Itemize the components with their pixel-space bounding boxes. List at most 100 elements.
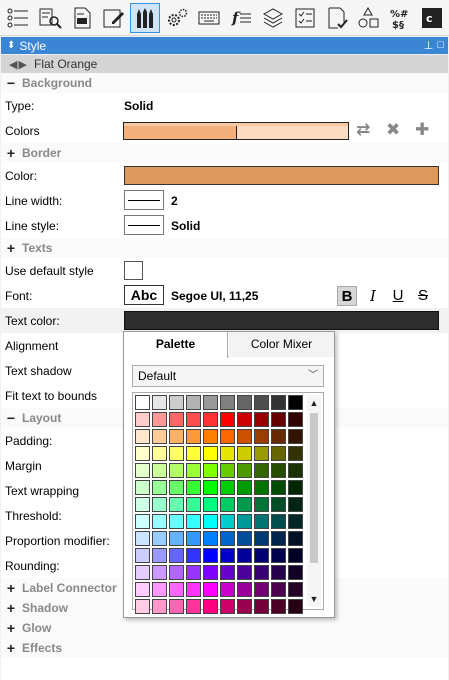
palette-swatch[interactable] [237, 531, 252, 546]
background-colors-bar[interactable] [123, 122, 349, 140]
palette-swatch[interactable] [254, 446, 269, 461]
palette-swatch[interactable] [237, 463, 252, 478]
palette-swatch[interactable] [152, 531, 167, 546]
palette-swatch[interactable] [186, 582, 201, 597]
palette-swatch[interactable] [220, 480, 235, 495]
palette-swatch[interactable] [271, 446, 286, 461]
properties-icon[interactable] [3, 3, 33, 33]
palette-swatch[interactable] [220, 514, 235, 529]
palette-swatch[interactable] [237, 514, 252, 529]
palette-swatch[interactable] [203, 429, 218, 444]
palette-swatch[interactable] [288, 548, 303, 563]
tab-palette[interactable]: Palette [124, 332, 228, 358]
panel-collapse-icon[interactable]: ⬍ [7, 40, 15, 51]
palette-swatch[interactable] [169, 446, 184, 461]
palette-swatch[interactable] [254, 599, 269, 614]
palette-swatch[interactable] [186, 429, 201, 444]
palette-swatch[interactable] [186, 514, 201, 529]
section-texts[interactable]: + Texts [1, 238, 448, 258]
palette-swatch[interactable] [220, 463, 235, 478]
palette-swatch[interactable] [203, 395, 218, 410]
palette-swatch[interactable] [203, 497, 218, 512]
palette-swatch[interactable] [186, 599, 201, 614]
palette-swatch[interactable] [288, 599, 303, 614]
palette-swatch[interactable] [152, 480, 167, 495]
palette-swatch[interactable] [135, 497, 150, 512]
palette-swatch[interactable] [237, 395, 252, 410]
bold-button[interactable]: B [337, 286, 357, 306]
palette-swatch[interactable] [186, 565, 201, 580]
palette-swatch[interactable] [135, 446, 150, 461]
keyboard-icon[interactable] [194, 3, 224, 33]
palette-swatch[interactable] [271, 463, 286, 478]
font-preview[interactable]: Abc [124, 285, 164, 305]
palette-swatch[interactable] [203, 463, 218, 478]
palette-swatch[interactable] [254, 429, 269, 444]
palette-swatch[interactable] [220, 412, 235, 427]
underline-button[interactable]: U [388, 286, 408, 306]
palette-swatch[interactable] [288, 395, 303, 410]
symbols-icon[interactable]: %# $§ [385, 3, 415, 33]
palette-swatch[interactable] [271, 565, 286, 580]
palette-swatch[interactable] [271, 497, 286, 512]
section-glow[interactable]: + Glow [1, 618, 448, 638]
maximize-icon[interactable]: □ [437, 39, 444, 52]
palette-swatch[interactable] [152, 446, 167, 461]
palette-swatch[interactable] [152, 395, 167, 410]
palette-swatch[interactable] [135, 395, 150, 410]
palette-swatch[interactable] [152, 412, 167, 427]
edit-icon[interactable] [99, 3, 129, 33]
palette-swatch[interactable] [186, 531, 201, 546]
palette-swatch[interactable] [288, 480, 303, 495]
text-color-swatch[interactable] [124, 311, 439, 330]
strikethrough-button[interactable]: S [413, 286, 433, 306]
palette-swatch[interactable] [254, 548, 269, 563]
palette-dropdown[interactable]: Default ﹀ [132, 365, 324, 387]
expand-icon[interactable]: + [5, 240, 17, 256]
palette-swatch[interactable] [288, 412, 303, 427]
expand-icon[interactable]: + [5, 145, 17, 161]
palette-swatch[interactable] [254, 412, 269, 427]
palette-swatch[interactable] [203, 582, 218, 597]
palette-swatch[interactable] [152, 582, 167, 597]
settings-icon[interactable] [162, 3, 192, 33]
expand-icon[interactable]: + [5, 640, 17, 656]
section-background[interactable]: − Background [1, 73, 448, 93]
palette-swatch[interactable] [237, 582, 252, 597]
check-document-icon[interactable] [322, 3, 352, 33]
palette-swatch[interactable] [271, 412, 286, 427]
palette-swatch[interactable] [152, 497, 167, 512]
expand-icon[interactable]: + [5, 620, 17, 636]
line-width-preview[interactable] [124, 190, 164, 210]
palette-swatch[interactable] [254, 480, 269, 495]
expand-icon[interactable]: + [5, 600, 17, 616]
palette-swatch[interactable] [220, 565, 235, 580]
palette-swatch[interactable] [152, 548, 167, 563]
palette-swatch[interactable] [237, 599, 252, 614]
palette-swatch[interactable] [152, 565, 167, 580]
palette-swatch[interactable] [220, 548, 235, 563]
section-border[interactable]: + Border [1, 143, 448, 163]
palette-swatch[interactable] [152, 463, 167, 478]
palette-swatch[interactable] [152, 599, 167, 614]
palette-swatch[interactable] [169, 412, 184, 427]
palette-swatch[interactable] [186, 412, 201, 427]
collapse-icon[interactable]: − [5, 75, 17, 91]
border-color-swatch[interactable] [124, 166, 439, 185]
palette-swatch[interactable] [237, 429, 252, 444]
palette-swatch[interactable] [203, 599, 218, 614]
use-default-checkbox[interactable] [124, 261, 143, 280]
remove-icon[interactable]: ✖ [386, 120, 400, 140]
palette-swatch[interactable] [288, 582, 303, 597]
theme-nav-arrows-icon[interactable]: ◀ ▶ [9, 58, 27, 71]
palette-swatch[interactable] [271, 429, 286, 444]
palette-swatch[interactable] [254, 514, 269, 529]
palette-swatch[interactable] [220, 497, 235, 512]
style-icon[interactable] [130, 2, 161, 33]
palette-swatch[interactable] [169, 463, 184, 478]
palette-swatch[interactable] [203, 446, 218, 461]
palette-swatch[interactable] [288, 497, 303, 512]
document-icon[interactable] [67, 3, 97, 33]
palette-swatch[interactable] [135, 531, 150, 546]
palette-swatch[interactable] [169, 531, 184, 546]
